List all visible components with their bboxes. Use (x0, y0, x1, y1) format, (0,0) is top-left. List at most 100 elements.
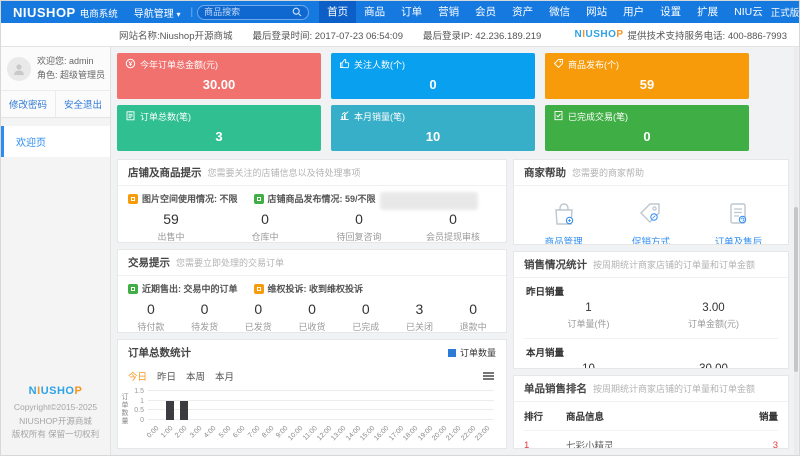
stat-on-sale[interactable]: 59 出售中 (124, 211, 218, 243)
stat-closed[interactable]: 3已关闭 (393, 301, 447, 333)
stat-withdraw-review[interactable]: 0会员提现审核 (406, 211, 500, 243)
stat-value: 0 (124, 301, 178, 317)
vertical-scrollbar[interactable] (794, 47, 798, 455)
stat-value: 59 (124, 211, 218, 227)
stat-value: 0 (339, 301, 393, 317)
sales-stats-header: 销售情况统计 按周期统计商家店铺的订单量和订单金额 (514, 252, 788, 278)
col-sales: 销量 (742, 409, 778, 423)
logout-button[interactable]: 安全退出 (55, 91, 110, 117)
order-chart: 订单数量 00.511.5 0:001:002:003:004:005:006:… (118, 385, 506, 448)
stat-value: 0 (406, 211, 500, 227)
menu-item-settings[interactable]: 设置 (652, 1, 689, 23)
x-tick-label: 4:00 (203, 425, 218, 440)
table-row[interactable]: 1 七彩小精灵 3 (524, 431, 778, 449)
card-total-orders[interactable]: 订单总数(笔) 3 (117, 105, 321, 151)
stat-received[interactable]: 0已收货 (285, 301, 339, 333)
stat-order-count: 1订单量(件) (526, 302, 651, 330)
panel-subtitle: 您需要立即处理的交易订单 (176, 256, 284, 269)
sidebar-item-welcome[interactable]: 欢迎页 (1, 126, 110, 157)
scrollbar-thumb[interactable] (794, 207, 798, 372)
user-role: 角色: 超级管理员 (37, 69, 105, 83)
card-year-order-amount[interactable]: 今年订单总金额(元) 30.00 (117, 53, 321, 99)
stat-pending-payment[interactable]: 0待付款 (124, 301, 178, 333)
stat-value: 0 (231, 301, 285, 317)
chart-xlabels: 0:001:002:003:004:005:006:007:008:009:00… (148, 422, 494, 446)
stat-in-warehouse[interactable]: 0仓库中 (218, 211, 312, 243)
card-completed-trades[interactable]: 已完成交易(笔) 0 (545, 105, 749, 151)
menu-item-assets[interactable]: 资产 (504, 1, 541, 23)
menu-item-members[interactable]: 会员 (467, 1, 504, 23)
menu-item-niucloud[interactable]: NIU云 (726, 1, 771, 23)
sales-yesterday-section: 昨日销量 1订单量(件) 3.00订单金额(元) (514, 278, 788, 338)
gridline (148, 419, 494, 420)
menu-item-website[interactable]: 网站 (578, 1, 615, 23)
menu-item-extensions[interactable]: 扩展 (689, 1, 726, 23)
search-input[interactable] (204, 7, 292, 17)
goods-publish-icon (254, 194, 264, 204)
menu-item-wechat[interactable]: 微信 (541, 1, 578, 23)
panel-subtitle: 您需要的商家帮助 (572, 166, 644, 179)
chart-bar[interactable] (166, 401, 174, 420)
x-tick-label: 5:00 (218, 425, 233, 440)
stat-pending-shipment[interactable]: 0待发货 (178, 301, 232, 333)
menu-item-users[interactable]: 用户 (615, 1, 652, 23)
tab-yesterday[interactable]: 昨日 (157, 369, 176, 383)
navbar-right: 正式版1.02 | | (771, 5, 800, 19)
sales-stats-panel: 销售情况统计 按周期统计商家店铺的订单量和订单金额 昨日销量 1订单量(件) 3… (513, 251, 789, 369)
copyright-line-1: Copyright©2015-2025 (1, 401, 110, 414)
tab-this-month[interactable]: 本月 (215, 369, 234, 383)
site-info-left: 网站名称:Niushop开源商城 最后登录时间: 2017-07-23 06:5… (1, 28, 541, 42)
x-tick-label: 12:00 (316, 425, 333, 442)
gridline (148, 400, 494, 401)
note-text: 维权投诉: 收到维权投诉 (268, 282, 364, 295)
x-tick-label: 17:00 (388, 425, 405, 442)
stat-value: 0 (446, 301, 500, 317)
stat-pending-inquiries[interactable]: 0待回复咨询 (312, 211, 406, 243)
shop-tips-panel: 店铺及商品提示 您需要关注的店铺信息以及待处理事项 图片空间使用情况: 不限 店… (117, 159, 507, 243)
menu-item-home[interactable]: 首页 (319, 1, 356, 23)
ranking-table: 排行 商品信息 销量 1 七彩小精灵 3 2 上衣女夏2017新款亮红色薄荷短袖… (514, 402, 788, 449)
note-text: 近期售出: 交易中的订单 (142, 282, 238, 295)
legend-swatch (448, 349, 456, 357)
nav-manage-dropdown[interactable]: 导航管理 ▾ (128, 5, 187, 20)
help-goods-management[interactable]: 商品管理 (520, 196, 607, 245)
sidebar: 欢迎您: admin 角色: 超级管理员 修改密码 安全退出 欢迎页 NIUSH… (1, 47, 111, 455)
stat-label: 出售中 (124, 230, 218, 243)
menu-item-goods[interactable]: 商品 (356, 1, 393, 23)
help-item-label: 订单及售后 (695, 234, 782, 245)
chart-menu-icon[interactable] (481, 370, 496, 382)
stat-cards: 今年订单总金额(元) 30.00 关注人数(个) 0 商品发布(个) 59 订单… (117, 53, 793, 151)
card-value: 59 (553, 77, 741, 92)
shop-stats: 59 出售中 0仓库中 0待回复咨询 0会员提现审核 (118, 207, 506, 243)
copyright-line-3: 版权所有 保留一切权利 (1, 428, 110, 441)
stat-shipped[interactable]: 0已发货 (231, 301, 285, 333)
x-tick-label: 19:00 (417, 425, 434, 442)
menu-item-orders[interactable]: 订单 (393, 1, 430, 23)
app-logo[interactable]: NIUSHOP 电商系统 (1, 5, 128, 20)
chart-legend[interactable]: 订单数量 (448, 346, 496, 359)
change-password-button[interactable]: 修改密码 (1, 91, 55, 117)
help-orders-aftersale[interactable]: 订单及售后 (695, 196, 782, 245)
product-ranking-header: 单品销售排名 按周期统计商家店铺的订单量和订单金额 (514, 376, 788, 402)
col-product: 商品信息 (566, 409, 742, 423)
menu-item-marketing[interactable]: 营销 (430, 1, 467, 23)
help-promotions[interactable]: 促销方式 (607, 196, 694, 245)
niushop-admin-dashboard: NIUSHOP 电商系统 导航管理 ▾ | 首页 商品 订单 营销 会员 资产 … (0, 0, 800, 456)
search-icon[interactable] (292, 7, 302, 17)
support-logo: NIUSHOP (574, 29, 623, 40)
card-month-sales[interactable]: 本月销量(笔) 10 (331, 105, 535, 151)
product-search[interactable] (197, 5, 309, 20)
tab-today[interactable]: 今日 (128, 369, 147, 383)
stat-completed[interactable]: 0已完成 (339, 301, 393, 333)
stat-refunding[interactable]: 0退款中 (446, 301, 500, 333)
chart-bar[interactable] (180, 401, 188, 420)
y-tick-label: 0.5 (134, 407, 144, 414)
x-tick-label: 18:00 (402, 425, 419, 442)
card-goods-published[interactable]: 商品发布(个) 59 (545, 53, 749, 99)
card-followers[interactable]: 关注人数(个) 0 (331, 53, 535, 99)
x-tick-label: 10:00 (287, 425, 304, 442)
stat-order-amount: 3.00订单金额(元) (651, 302, 776, 330)
tab-this-week[interactable]: 本周 (186, 369, 205, 383)
trade-stats: 0待付款 0待发货 0已发货 0已收货 0已完成 3已关闭 0退款中 (118, 297, 506, 333)
merchant-help-panel: 商家帮助 您需要的商家帮助 商品管理 (513, 159, 789, 245)
